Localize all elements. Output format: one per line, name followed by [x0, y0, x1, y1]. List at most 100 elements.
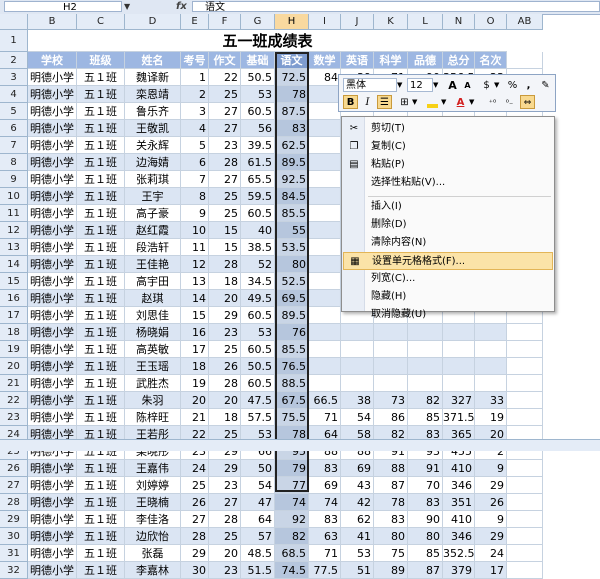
table-cell[interactable]: 9: [181, 205, 209, 222]
sheet-title[interactable]: 五一班成绩表: [28, 30, 507, 52]
empty-cell[interactable]: [507, 358, 543, 375]
table-cell[interactable]: 60.5: [241, 205, 275, 222]
table-cell[interactable]: 80: [275, 256, 309, 273]
table-cell[interactable]: 五１班: [77, 307, 125, 324]
table-cell[interactable]: 五１班: [77, 222, 125, 239]
table-cell[interactable]: 25: [209, 205, 241, 222]
column-header[interactable]: H: [275, 14, 309, 30]
table-cell[interactable]: 87: [374, 477, 408, 494]
table-cell[interactable]: 78: [275, 86, 309, 103]
table-cell[interactable]: 高宇田: [125, 273, 181, 290]
table-cell[interactable]: 60.5: [241, 341, 275, 358]
table-cell[interactable]: 371.5: [443, 409, 475, 426]
row-header[interactable]: 6: [0, 120, 28, 137]
table-cell[interactable]: [341, 358, 374, 375]
table-cell[interactable]: 27: [209, 120, 241, 137]
table-cell[interactable]: [443, 341, 475, 358]
empty-cell[interactable]: [507, 562, 543, 579]
table-cell[interactable]: 18: [209, 409, 241, 426]
table-cell[interactable]: [475, 324, 507, 341]
table-cell[interactable]: 明德小学: [28, 511, 77, 528]
table-cell[interactable]: 72.5: [275, 69, 309, 86]
sheet-tab-bar[interactable]: [0, 439, 600, 451]
column-header[interactable]: J: [341, 14, 374, 30]
table-cell[interactable]: 23: [209, 137, 241, 154]
table-cell[interactable]: 25: [209, 341, 241, 358]
name-box-dropdown-icon[interactable]: ▼: [124, 1, 130, 13]
select-all-corner[interactable]: [0, 14, 28, 30]
table-cell[interactable]: 五１班: [77, 188, 125, 205]
table-cell[interactable]: [408, 358, 443, 375]
table-cell[interactable]: 60.5: [241, 375, 275, 392]
context-menu-item[interactable]: 选择性粘贴(V)...: [343, 174, 553, 192]
table-cell[interactable]: 五１班: [77, 358, 125, 375]
table-cell[interactable]: 五１班: [77, 69, 125, 86]
table-cell[interactable]: [341, 324, 374, 341]
table-cell[interactable]: 52.5: [275, 273, 309, 290]
row-header[interactable]: 20: [0, 358, 28, 375]
table-cell[interactable]: 五１班: [77, 477, 125, 494]
table-cell[interactable]: [475, 341, 507, 358]
table-cell[interactable]: 明德小学: [28, 375, 77, 392]
bold-button[interactable]: B: [343, 95, 358, 109]
table-cell[interactable]: 80: [374, 528, 408, 545]
table-cell[interactable]: 53: [341, 545, 374, 562]
table-cell[interactable]: 24: [475, 545, 507, 562]
context-menu-item[interactable]: 插入(I): [343, 198, 553, 216]
row-header[interactable]: 30: [0, 528, 28, 545]
column-header[interactable]: D: [125, 14, 181, 30]
table-cell[interactable]: 346: [443, 528, 475, 545]
row-header[interactable]: 7: [0, 137, 28, 154]
table-cell[interactable]: 20: [181, 392, 209, 409]
row-header[interactable]: 3: [0, 69, 28, 86]
table-cell[interactable]: 82: [408, 392, 443, 409]
table-cell[interactable]: 25: [209, 528, 241, 545]
table-cell[interactable]: 28: [181, 528, 209, 545]
table-cell[interactable]: 明德小学: [28, 409, 77, 426]
table-cell[interactable]: 边海婧: [125, 154, 181, 171]
table-cell[interactable]: 61.5: [241, 154, 275, 171]
row-header[interactable]: 27: [0, 477, 28, 494]
table-cell[interactable]: [374, 324, 408, 341]
column-title-cell[interactable]: 品德: [408, 52, 443, 69]
table-cell[interactable]: 明德小学: [28, 477, 77, 494]
table-cell[interactable]: 15: [181, 307, 209, 324]
table-cell[interactable]: 51: [341, 562, 374, 579]
table-cell[interactable]: 明德小学: [28, 273, 77, 290]
table-cell[interactable]: 明德小学: [28, 103, 77, 120]
table-cell[interactable]: 28: [209, 154, 241, 171]
column-header[interactable]: F: [209, 14, 241, 30]
table-cell[interactable]: [374, 341, 408, 358]
table-cell[interactable]: 明德小学: [28, 392, 77, 409]
table-cell[interactable]: 25: [181, 477, 209, 494]
table-cell[interactable]: 55: [275, 222, 309, 239]
table-cell[interactable]: 50.5: [241, 69, 275, 86]
table-cell[interactable]: 明德小学: [28, 137, 77, 154]
table-cell[interactable]: 20: [209, 392, 241, 409]
column-header[interactable]: B: [28, 14, 77, 30]
column-header[interactable]: AB: [507, 14, 543, 30]
table-cell[interactable]: 346: [443, 477, 475, 494]
table-cell[interactable]: 12: [181, 256, 209, 273]
table-cell[interactable]: [309, 375, 341, 392]
context-menu-item[interactable]: 列宽(C)...: [343, 270, 553, 288]
table-cell[interactable]: 五１班: [77, 137, 125, 154]
table-cell[interactable]: 张莉琪: [125, 171, 181, 188]
table-cell[interactable]: 16: [181, 324, 209, 341]
table-cell[interactable]: [309, 154, 341, 171]
table-cell[interactable]: 武胜杰: [125, 375, 181, 392]
row-header[interactable]: 17: [0, 307, 28, 324]
table-cell[interactable]: 王佳艳: [125, 256, 181, 273]
column-title-cell[interactable]: 语文: [275, 52, 309, 69]
table-cell[interactable]: 25: [209, 86, 241, 103]
table-cell[interactable]: 62: [341, 511, 374, 528]
empty-cell[interactable]: [507, 477, 543, 494]
table-cell[interactable]: 82: [275, 528, 309, 545]
table-cell[interactable]: [309, 222, 341, 239]
row-header[interactable]: 29: [0, 511, 28, 528]
table-cell[interactable]: 71: [309, 409, 341, 426]
row-header[interactable]: 23: [0, 409, 28, 426]
fill-color-icon[interactable]: [425, 95, 440, 109]
empty-cell[interactable]: [507, 460, 543, 477]
table-cell[interactable]: 56: [241, 120, 275, 137]
